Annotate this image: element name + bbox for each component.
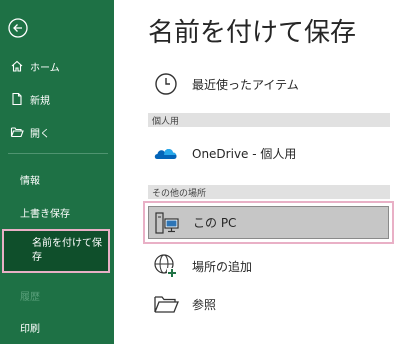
location-label: 場所の追加 <box>192 259 253 274</box>
open-folder-icon <box>10 127 24 138</box>
location-label: この PC <box>193 216 237 230</box>
section-header-other-places: その他の場所 <box>148 185 390 199</box>
sidebar-item-label: 履歴 <box>20 291 40 303</box>
sidebar-item-label: 開く <box>30 128 50 140</box>
location-label: 参照 <box>192 297 217 312</box>
folder-icon <box>154 296 179 313</box>
globe-plus-icon <box>154 254 177 278</box>
sidebar-item-home[interactable]: ホーム <box>0 53 114 79</box>
location-add-place[interactable]: 場所の追加 <box>148 249 390 283</box>
clock-icon <box>155 73 177 95</box>
sidebar-item-open[interactable]: 開く <box>0 119 114 145</box>
location-onedrive[interactable]: OneDrive - 個人用 <box>148 136 390 170</box>
sidebar-item-save-as[interactable]: 名前を付けて保 存 <box>2 229 110 273</box>
sidebar-item-label: 新規 <box>30 95 50 107</box>
sidebar-item-label: 印刷 <box>20 323 40 335</box>
sidebar-divider <box>8 153 108 154</box>
location-this-pc[interactable]: この PC <box>143 201 394 244</box>
sidebar-item-info[interactable]: 情報 <box>0 166 114 192</box>
location-label: 最近使ったアイテム <box>192 77 299 92</box>
sidebar-item-label: 上書き保存 <box>20 208 70 220</box>
sidebar-item-new[interactable]: 新規 <box>0 86 114 112</box>
location-label: OneDrive - 個人用 <box>192 146 297 161</box>
sidebar-item-label: ホーム <box>30 62 60 74</box>
sidebar-item-label-line1: 名前を付けて保 <box>32 238 102 249</box>
onedrive-cloud-icon <box>154 149 177 159</box>
backstage-sidebar: ホーム 新規 開く 情報 上書き保存 名前を付けて保 存 履歴 印刷 <box>0 0 114 344</box>
location-recent[interactable]: 最近使ったアイテム <box>148 67 390 101</box>
new-document-icon <box>12 92 22 106</box>
page-title: 名前を付けて保存 <box>148 18 357 48</box>
back-arrow-icon[interactable] <box>8 18 28 38</box>
section-header-personal: 個人用 <box>148 113 390 127</box>
computer-icon <box>155 211 179 234</box>
sidebar-item-label: 情報 <box>20 175 40 187</box>
sidebar-item-label-line2: 存 <box>32 252 42 263</box>
sidebar-item-history: 履歴 <box>0 282 114 308</box>
sidebar-item-save[interactable]: 上書き保存 <box>0 199 114 225</box>
home-icon <box>11 60 23 72</box>
sidebar-item-print[interactable]: 印刷 <box>0 314 114 340</box>
location-browse[interactable]: 参照 <box>148 287 390 321</box>
